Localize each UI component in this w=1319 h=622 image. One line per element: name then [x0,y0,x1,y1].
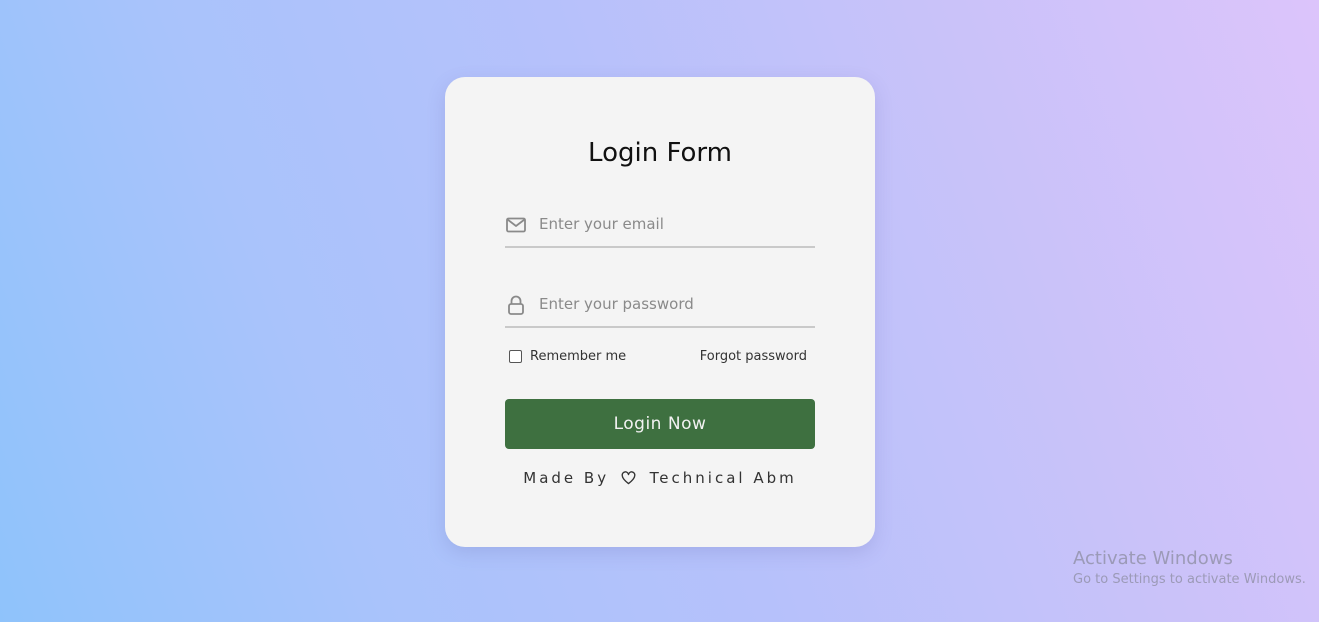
footer-author: Technical Abm [649,469,797,487]
forgot-password-link[interactable]: Forgot password [700,349,807,364]
login-button[interactable]: Login Now [505,399,815,449]
lock-icon [508,295,524,315]
email-input[interactable] [539,210,809,238]
remember-checkbox[interactable] [509,350,522,363]
remember-me[interactable]: Remember me [509,349,626,364]
form-title: Login Form [588,138,732,168]
footer-credit: Made By Technical Abm [445,467,875,489]
remember-label: Remember me [530,349,627,364]
watermark-title: Activate Windows [1073,548,1233,569]
footer-prefix: Made By [523,469,610,487]
windows-activation-watermark: Activate Windows Go to Settings to activ… [1073,548,1306,590]
watermark-subtitle: Go to Settings to activate Windows. [1073,572,1306,587]
login-card: Login Form Remember me Forgot password L… [445,77,875,547]
heart-icon [621,471,636,485]
envelope-icon [506,217,526,233]
password-field-wrapper [505,286,815,328]
password-input[interactable] [539,290,809,318]
options-row: Remember me Forgot password [505,345,815,369]
email-field-wrapper [505,206,815,248]
